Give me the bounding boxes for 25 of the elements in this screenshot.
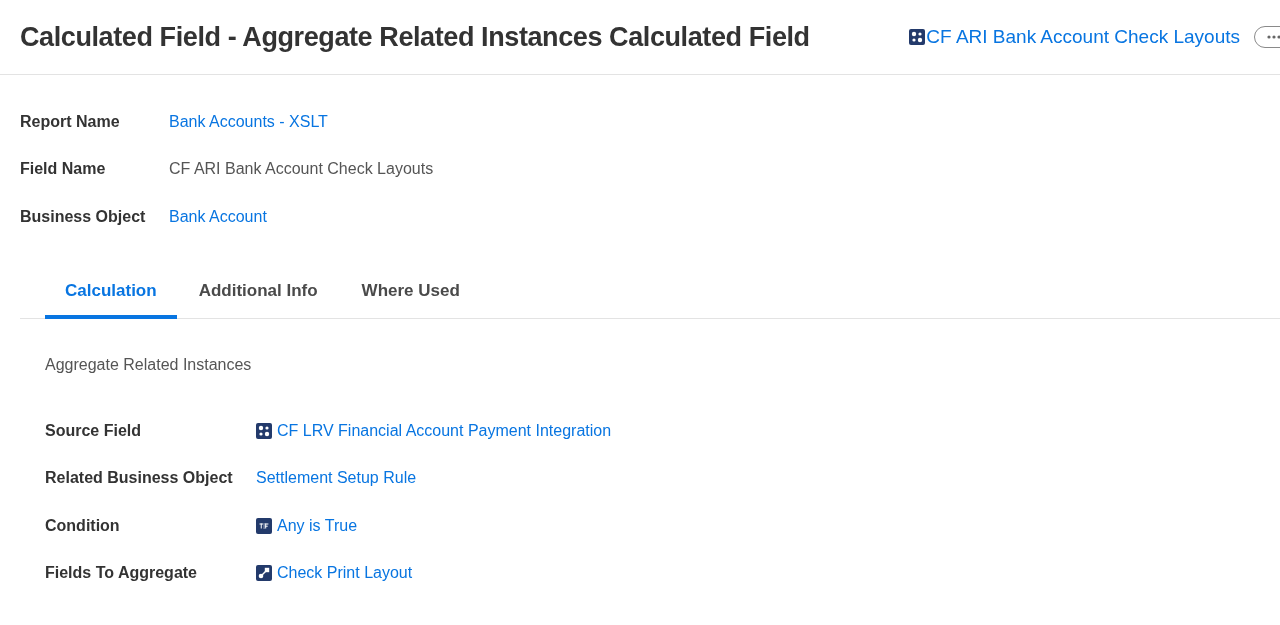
dots-square-icon (256, 423, 272, 440)
section-heading: Aggregate Related Instances (45, 354, 252, 375)
field-label: Condition (45, 515, 121, 536)
field-link[interactable]: Check Print Layout (256, 561, 413, 586)
field-link[interactable]: Bank Account (169, 204, 267, 229)
field-link[interactable]: Any is True (256, 513, 358, 538)
field-label: Source Field (45, 421, 143, 442)
tab[interactable]: Calculation (45, 262, 177, 319)
field-link[interactable]: Bank Accounts - XSLT (169, 109, 328, 134)
field-link[interactable]: CF LRV Financial Account Payment Integration (256, 419, 612, 444)
dots-square-icon (909, 29, 926, 45)
tab[interactable]: Where Used (339, 262, 482, 319)
field-label: Related Business Object (45, 468, 234, 489)
tab[interactable]: Additional Info (176, 262, 340, 319)
more-icon (1267, 35, 1280, 39)
page-title: Calculated Field - Aggregate Related Instances Calculated Field (20, 20, 810, 54)
field-label: Field Name (20, 159, 107, 180)
field-link[interactable]: Settlement Setup Rule (256, 466, 417, 491)
field-label: Fields To Aggregate (45, 563, 198, 584)
field-label: Report Name (20, 111, 121, 132)
true-false-icon (256, 517, 272, 534)
field-value: CF ARI Bank Account Check Layouts (169, 159, 434, 180)
field-label: Business Object (20, 206, 147, 227)
linked-shapes-icon (256, 565, 272, 582)
header-link[interactable]: CF ARI Bank Account Check Layouts (909, 22, 1240, 52)
